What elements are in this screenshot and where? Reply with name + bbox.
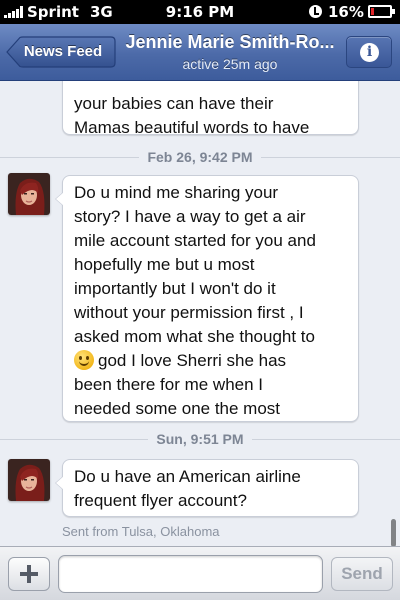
smiling-face-icon <box>74 350 94 370</box>
date-label: Sun, 9:51 PM <box>148 431 252 447</box>
scrollbar[interactable] <box>391 519 396 546</box>
battery-level <box>371 8 375 15</box>
message-input[interactable] <box>58 555 323 593</box>
date-separator: Sun, 9:51 PM <box>0 430 400 450</box>
date-label: Feb 26, 9:42 PM <box>139 149 261 165</box>
message-text: Do u have an American airline frequent f… <box>74 467 301 510</box>
add-attachment-button[interactable] <box>8 557 50 591</box>
navigation-bar: News Feed Jennie Marie Smith-Ro... activ… <box>0 24 400 81</box>
profile-photo <box>8 173 50 215</box>
message-text-part: Do u mind me sharing your story? I have … <box>74 183 316 346</box>
sender-avatar[interactable] <box>8 459 50 501</box>
alarm-clock-icon <box>309 5 322 18</box>
sent-location: Sent from Tulsa, Oklahoma <box>62 524 220 539</box>
sender-avatar[interactable] <box>8 173 50 215</box>
battery-icon <box>368 5 395 18</box>
status-bar: Sprint 3G 9:16 PM 16% <box>0 0 400 24</box>
news-feed-back-button[interactable]: News Feed <box>6 36 116 68</box>
message-bubble: Do u have an American airline frequent f… <box>55 459 359 517</box>
message-text: your babies can have their Mamas beautif… <box>74 94 310 137</box>
message-composer: Send <box>0 546 400 600</box>
info-button[interactable]: i <box>346 36 392 68</box>
message-bubble: your babies can have their Mamas beautif… <box>62 81 359 137</box>
date-separator: Feb 26, 9:42 PM <box>0 148 400 168</box>
send-button[interactable]: Send <box>331 557 393 591</box>
message-text: Do u mind me sharing your story? I have … <box>74 181 348 421</box>
plus-icon <box>20 565 38 583</box>
message-thread[interactable]: your babies can have their Mamas beautif… <box>0 81 400 546</box>
message-bubble: Do u mind me sharing your story? I have … <box>55 175 359 422</box>
active-status: active 25m ago <box>182 56 278 72</box>
battery-percent: 16% <box>328 3 364 21</box>
back-button-label: News Feed <box>23 43 103 60</box>
profile-photo <box>8 459 50 501</box>
info-icon: i <box>360 43 379 62</box>
message-text-part: god I love Sherri she has been there for… <box>74 351 287 418</box>
conversation-title: Jennie Marie Smith-Ro... <box>125 32 335 52</box>
